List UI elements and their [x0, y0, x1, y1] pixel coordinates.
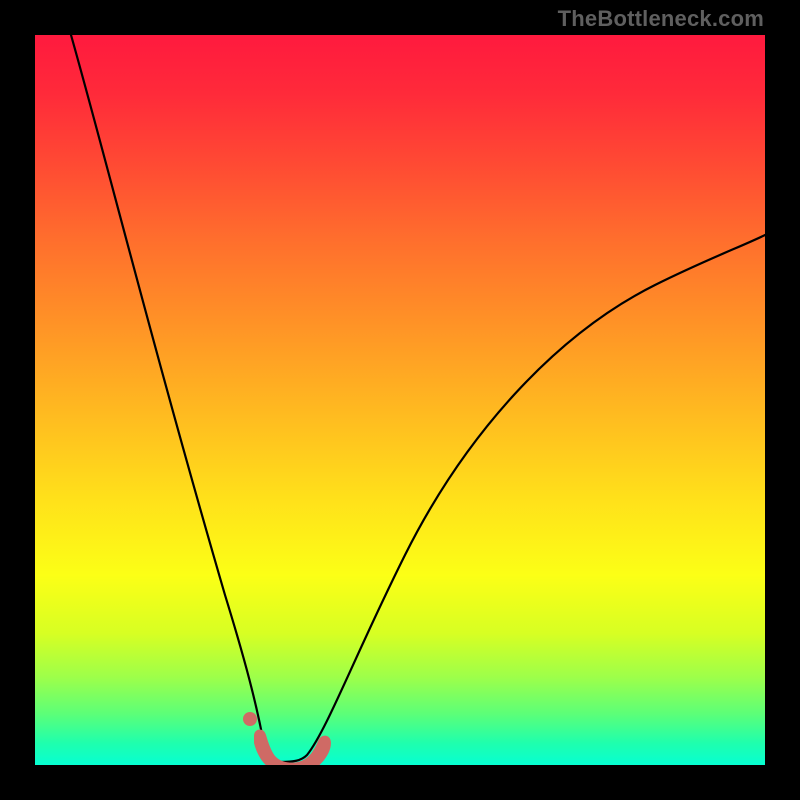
chart-svg — [35, 35, 765, 765]
chart-frame: TheBottleneck.com — [0, 0, 800, 800]
marker-dot — [243, 712, 257, 726]
bottleneck-curve — [71, 35, 765, 762]
attribution-label: TheBottleneck.com — [558, 6, 764, 32]
